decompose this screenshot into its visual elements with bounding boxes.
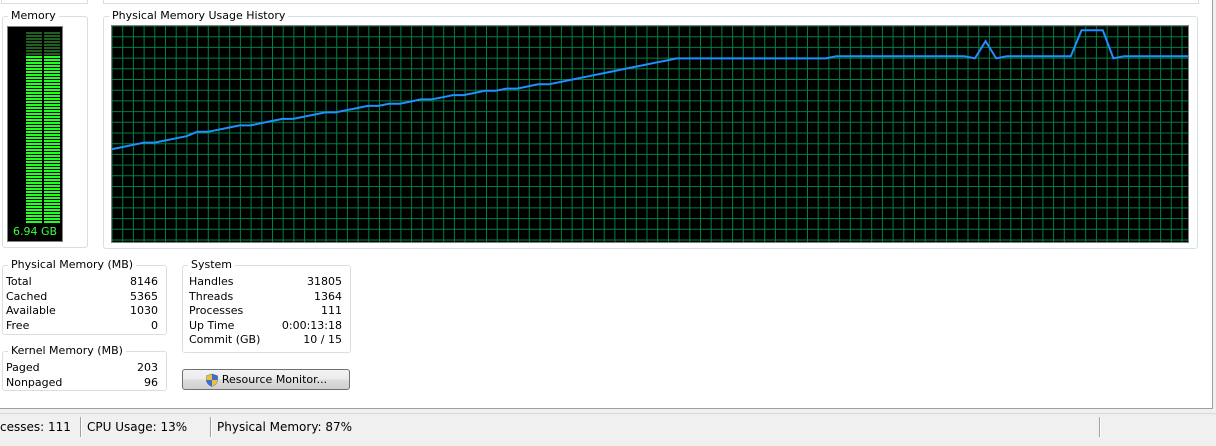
- row-label: Cached: [6, 290, 48, 303]
- status-separator: [210, 417, 212, 437]
- row-value: 8146: [130, 275, 158, 288]
- row-label: Up Time: [189, 319, 235, 332]
- row-value: 111: [321, 304, 342, 317]
- status-cpu-usage: CPU Usage: 13%: [87, 420, 188, 434]
- system-row: Processes 111: [189, 304, 342, 318]
- system-title: System: [188, 258, 236, 271]
- row-value: 10 / 15: [303, 333, 342, 346]
- system-row: Threads 1364: [189, 290, 342, 304]
- memory-meter-bars: [26, 32, 60, 223]
- memory-history-title: Physical Memory Usage History: [109, 9, 289, 22]
- row-label: Nonpaged: [6, 376, 63, 389]
- row-value: 5365: [130, 290, 158, 303]
- row-label: Total: [6, 275, 32, 288]
- kernel-memory-row: Paged 203: [6, 361, 158, 375]
- row-label: Available: [6, 304, 56, 317]
- row-value: 0:00:13:18: [281, 319, 342, 332]
- row-value: 1030: [130, 304, 158, 317]
- status-physical-memory: Physical Memory: 87%: [217, 420, 353, 434]
- physical-memory-row: Cached 5365: [6, 290, 158, 304]
- system-row: Up Time 0:00:13:18: [189, 319, 342, 333]
- row-label: Commit (GB): [189, 333, 261, 346]
- row-value: 0: [151, 319, 158, 332]
- status-separator: [80, 417, 82, 437]
- uac-shield-icon: [205, 373, 219, 387]
- kernel-memory-row: Nonpaged 96: [6, 376, 158, 390]
- system-row: Handles 31805: [189, 275, 342, 289]
- memory-meter: 6.94 GB: [7, 26, 63, 242]
- memory-history-chart: [111, 25, 1189, 243]
- system-row: Commit (GB) 10 / 15: [189, 333, 342, 347]
- row-label: Handles: [189, 275, 234, 288]
- kernel-memory-title: Kernel Memory (MB): [8, 344, 126, 357]
- status-bar: cesses: 111 CPU Usage: 13% Physical Memo…: [0, 413, 1216, 446]
- physical-memory-row: Total 8146: [6, 275, 158, 289]
- status-separator: [1099, 417, 1101, 437]
- physical-memory-row: Free 0: [6, 319, 158, 333]
- row-label: Free: [6, 319, 30, 332]
- history-grid: [111, 25, 1188, 242]
- memory-history-plot: [111, 25, 1188, 242]
- memory-meter-title: Memory: [8, 9, 59, 22]
- row-value: 31805: [307, 275, 342, 288]
- status-processes: cesses: 111: [0, 420, 71, 434]
- physical-memory-title: Physical Memory (MB): [8, 258, 137, 271]
- physical-memory-row: Available 1030: [6, 304, 158, 318]
- resource-monitor-button[interactable]: Resource Monitor...: [182, 369, 350, 390]
- row-value: 96: [144, 376, 158, 389]
- row-label: Paged: [6, 361, 40, 374]
- row-value: 203: [137, 361, 158, 374]
- memory-meter-value: 6.94 GB: [12, 225, 58, 238]
- top-edge: [0, 0, 1216, 4]
- row-label: Threads: [189, 290, 234, 303]
- row-label: Processes: [189, 304, 244, 317]
- row-value: 1364: [314, 290, 342, 303]
- resource-monitor-label: Resource Monitor...: [221, 373, 328, 386]
